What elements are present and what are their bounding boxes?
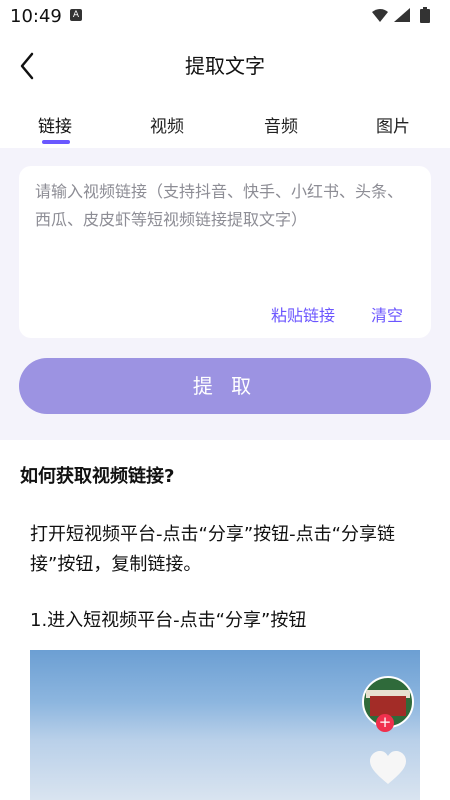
title-bar: 提取文字 [0, 32, 450, 98]
guide-step-1: 1.进入短视频平台-点击“分享”按钮 [30, 610, 307, 631]
status-icons [372, 7, 430, 23]
tab-audio[interactable]: 音频 [264, 112, 298, 137]
status-time: 10:49 [10, 6, 62, 27]
tab-video[interactable]: 视频 [150, 112, 184, 137]
link-input-card[interactable]: 请输入视频链接（支持抖音、快手、小红书、头条、西瓜、皮皮虾等短视频链接提取文字）… [19, 166, 431, 338]
status-bar: 10:49 A [0, 0, 450, 32]
link-input-placeholder[interactable]: 请输入视频链接（支持抖音、快手、小红书、头条、西瓜、皮皮虾等短视频链接提取文字） [35, 178, 415, 234]
tab-bar: 链接 视频 音频 图片 [0, 98, 450, 148]
guide-card: 如何获取视频链接? 打开短视频平台-点击“分享”按钮-点击“分享链接”按钮，复制… [0, 440, 450, 800]
tab-active-indicator [42, 140, 70, 144]
battery-icon [420, 7, 430, 23]
guide-screenshot-image: + [30, 650, 420, 800]
clear-button[interactable]: 清空 [371, 302, 403, 326]
follow-plus-icon: + [376, 714, 394, 732]
extract-button[interactable]: 提 取 [19, 358, 431, 414]
heart-icon [370, 751, 406, 784]
guide-intro: 打开短视频平台-点击“分享”按钮-点击“分享链接”按钮，复制链接。 [30, 524, 395, 575]
notification-icon: A [70, 9, 82, 21]
page-title: 提取文字 [185, 54, 265, 78]
guide-title: 如何获取视频链接? [20, 466, 175, 487]
tab-image[interactable]: 图片 [376, 112, 410, 137]
wifi-icon [372, 9, 388, 22]
input-panel: 请输入视频链接（支持抖音、快手、小红书、头条、西瓜、皮皮虾等短视频链接提取文字）… [0, 148, 450, 440]
paste-link-button[interactable]: 粘贴链接 [271, 302, 335, 326]
signal-icon [394, 8, 410, 22]
tab-link[interactable]: 链接 [38, 112, 72, 137]
